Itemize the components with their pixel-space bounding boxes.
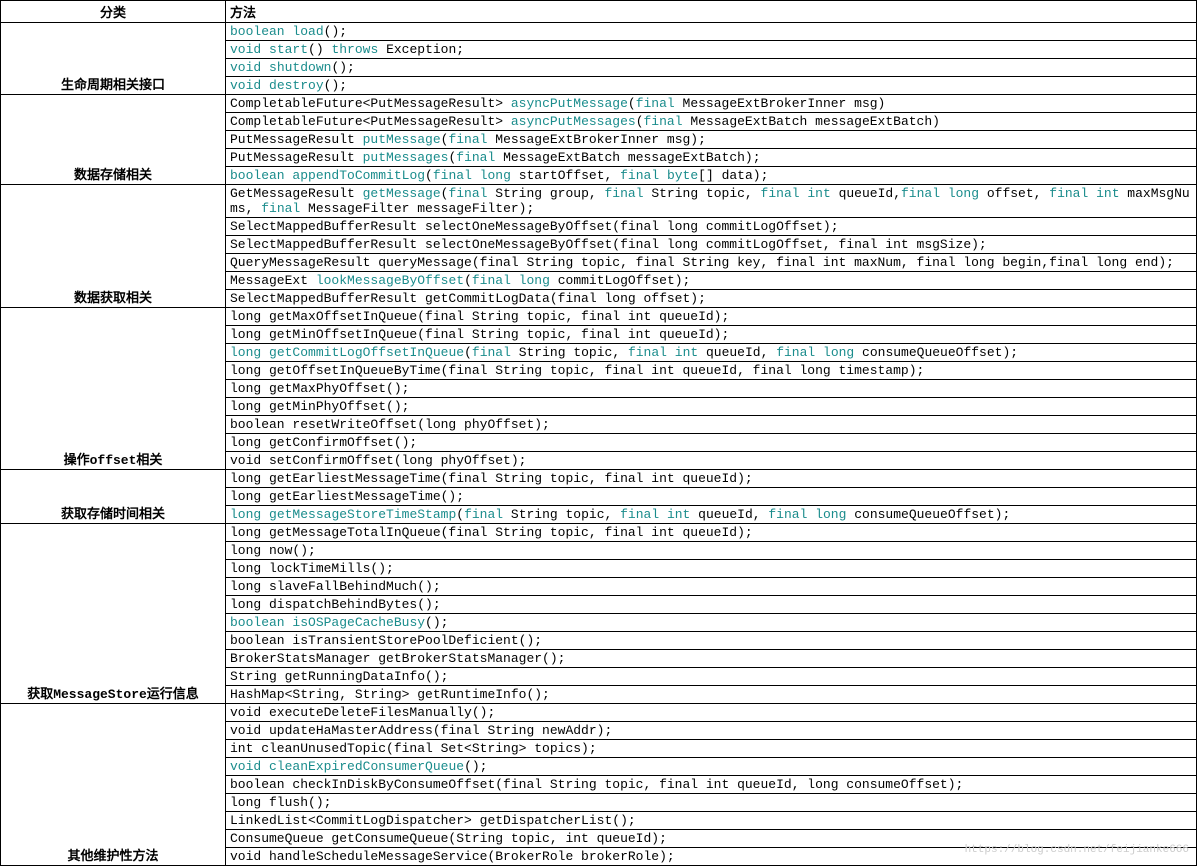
method-cell: CompletableFuture<PutMessageResult> asyn… — [226, 95, 1197, 113]
method-cell: void updateHaMasterAddress(final String … — [226, 722, 1197, 740]
method-cell: void shutdown(); — [226, 59, 1197, 77]
method-cell: boolean isOSPageCacheBusy(); — [226, 614, 1197, 632]
method-cell: boolean checkInDiskByConsumeOffset(final… — [226, 776, 1197, 794]
header-method: 方法 — [226, 1, 1197, 23]
table-row: 其他维护性方法void executeDeleteFilesManually()… — [1, 704, 1197, 722]
method-cell: ConsumeQueue getConsumeQueue(String topi… — [226, 830, 1197, 848]
table-row: 数据存储相关CompletableFuture<PutMessageResult… — [1, 95, 1197, 113]
method-cell: MessageExt lookMessageByOffset(final lon… — [226, 272, 1197, 290]
method-cell: long getMaxOffsetInQueue(final String to… — [226, 308, 1197, 326]
method-cell: CompletableFuture<PutMessageResult> asyn… — [226, 113, 1197, 131]
method-cell: void start() throws Exception; — [226, 41, 1197, 59]
method-cell: long getCommitLogOffsetInQueue(final Str… — [226, 344, 1197, 362]
method-cell: LinkedList<CommitLogDispatcher> getDispa… — [226, 812, 1197, 830]
category-cell: 获取MessageStore运行信息 — [1, 524, 226, 704]
table-row: 操作offset相关long getMaxOffsetInQueue(final… — [1, 308, 1197, 326]
method-cell: long getConfirmOffset(); — [226, 434, 1197, 452]
method-cell: long slaveFallBehindMuch(); — [226, 578, 1197, 596]
method-cell: long getOffsetInQueueByTime(final String… — [226, 362, 1197, 380]
method-cell: boolean appendToCommitLog(final long sta… — [226, 167, 1197, 185]
method-cell: long getMinPhyOffset(); — [226, 398, 1197, 416]
method-cell: boolean resetWriteOffset(long phyOffset)… — [226, 416, 1197, 434]
header-category: 分类 — [1, 1, 226, 23]
method-cell: PutMessageResult putMessage(final Messag… — [226, 131, 1197, 149]
method-cell: boolean load(); — [226, 23, 1197, 41]
header-row: 分类 方法 — [1, 1, 1197, 23]
method-cell: long getMessageTotalInQueue(final String… — [226, 524, 1197, 542]
method-cell: long getMessageStoreTimeStamp(final Stri… — [226, 506, 1197, 524]
method-cell: long flush(); — [226, 794, 1197, 812]
category-cell: 操作offset相关 — [1, 308, 226, 470]
method-cell: long now(); — [226, 542, 1197, 560]
category-cell: 其他维护性方法 — [1, 704, 226, 866]
method-cell: long lockTimeMills(); — [226, 560, 1197, 578]
method-cell: long getEarliestMessageTime(final String… — [226, 470, 1197, 488]
method-cell: void setConfirmOffset(long phyOffset); — [226, 452, 1197, 470]
method-cell: HashMap<String, String> getRuntimeInfo()… — [226, 686, 1197, 704]
category-cell: 数据存储相关 — [1, 95, 226, 185]
method-cell: void destroy(); — [226, 77, 1197, 95]
method-cell: void executeDeleteFilesManually(); — [226, 704, 1197, 722]
table-row: 数据获取相关GetMessageResult getMessage(final … — [1, 185, 1197, 218]
method-cell: SelectMappedBufferResult selectOneMessag… — [226, 236, 1197, 254]
method-cell: BrokerStatsManager getBrokerStatsManager… — [226, 650, 1197, 668]
table-row: 获取MessageStore运行信息long getMessageTotalIn… — [1, 524, 1197, 542]
method-cell: long getEarliestMessageTime(); — [226, 488, 1197, 506]
method-cell: GetMessageResult getMessage(final String… — [226, 185, 1197, 218]
method-cell: SelectMappedBufferResult selectOneMessag… — [226, 218, 1197, 236]
table-row: 生命周期相关接口boolean load(); — [1, 23, 1197, 41]
table-row: 获取存储时间相关long getEarliestMessageTime(fina… — [1, 470, 1197, 488]
category-cell: 获取存储时间相关 — [1, 470, 226, 524]
method-cell: QueryMessageResult queryMessage(final St… — [226, 254, 1197, 272]
method-cell: PutMessageResult putMessages(final Messa… — [226, 149, 1197, 167]
method-cell: void cleanExpiredConsumerQueue(); — [226, 758, 1197, 776]
api-table: 分类 方法 生命周期相关接口boolean load();void start(… — [0, 0, 1197, 866]
category-cell: 生命周期相关接口 — [1, 23, 226, 95]
method-cell: long getMinOffsetInQueue(final String to… — [226, 326, 1197, 344]
method-cell: String getRunningDataInfo(); — [226, 668, 1197, 686]
category-cell: 数据获取相关 — [1, 185, 226, 308]
method-cell: SelectMappedBufferResult getCommitLogDat… — [226, 290, 1197, 308]
method-cell: long getMaxPhyOffset(); — [226, 380, 1197, 398]
method-cell: boolean isTransientStorePoolDeficient(); — [226, 632, 1197, 650]
method-cell: void handleScheduleMessageService(Broker… — [226, 848, 1197, 866]
method-cell: int cleanUnusedTopic(final Set<String> t… — [226, 740, 1197, 758]
method-cell: long dispatchBehindBytes(); — [226, 596, 1197, 614]
